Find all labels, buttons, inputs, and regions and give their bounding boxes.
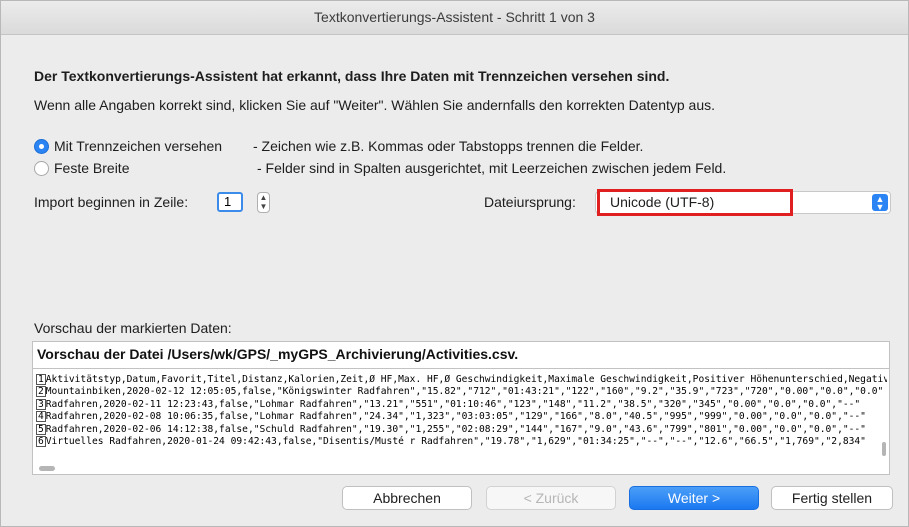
preview-row: 4 Radfahren,2020-02-08 10:06:35,false,"Lo…	[36, 411, 887, 423]
radio-fixed-width-description: - Felder sind in Spalten ausgerichtet, m…	[257, 160, 727, 176]
back-button[interactable]: < Zurück	[486, 486, 616, 510]
file-origin-label: Dateiursprung:	[484, 194, 576, 210]
row-text: Radfahren,2020-02-06 14:12:38,false,"Sch…	[45, 423, 866, 435]
preview-box[interactable]: Vorschau der Datei /Users/wk/GPS/_myGPS_…	[32, 341, 890, 475]
row-text: Radfahren,2020-02-11 12:23:43,false,"Loh…	[45, 398, 861, 410]
wizard-instruction: Wenn alle Angaben korrekt sind, klicken …	[34, 97, 716, 113]
stepper-up-icon[interactable]: ▲	[260, 193, 268, 202]
window-title: Textkonvertierungs-Assistent - Schritt 1…	[1, 1, 908, 35]
row-number: 4	[36, 411, 46, 423]
highlight-box	[597, 189, 793, 216]
row-number: 2	[36, 386, 46, 398]
preview-rows: 1 Aktivitätstyp,Datum,Favorit,Titel,Dista…	[36, 374, 887, 448]
radio-delimited-description: - Zeichen wie z.B. Kommas oder Tabstopps…	[253, 138, 644, 154]
row-text: Virtuelles Radfahren,2020-01-24 09:42:43…	[45, 436, 866, 448]
start-row-label: Import beginnen in Zeile:	[34, 194, 189, 210]
radio-fixed-width[interactable]	[34, 161, 49, 176]
start-row-stepper[interactable]: ▲ ▼	[257, 192, 270, 213]
preview-row: 3 Radfahren,2020-02-11 12:23:43,false,"Lo…	[36, 398, 887, 411]
row-text: Radfahren,2020-02-08 10:06:35,false,"Loh…	[45, 411, 866, 423]
next-button[interactable]: Weiter >	[629, 486, 759, 510]
radio-delimited-label[interactable]: Mit Trennzeichen versehen	[54, 138, 222, 154]
wizard-heading: Der Textkonvertierungs-Assistent hat erk…	[34, 68, 670, 84]
preview-label: Vorschau der markierten Daten:	[34, 320, 232, 336]
vertical-scrollbar[interactable]	[882, 442, 886, 456]
row-number: 1	[36, 374, 46, 385]
horizontal-scrollbar[interactable]	[39, 466, 55, 471]
row-number: 5	[36, 423, 46, 435]
radio-delimited[interactable]	[34, 139, 49, 154]
stepper-down-icon[interactable]: ▼	[260, 202, 268, 211]
radio-fixed-width-label[interactable]: Feste Breite	[54, 160, 129, 176]
row-number: 3	[36, 398, 46, 410]
preview-row: 1 Aktivitätstyp,Datum,Favorit,Titel,Dista…	[36, 374, 887, 386]
row-text: Mountainbiken,2020-02-12 12:05:05,false,…	[45, 386, 884, 398]
preview-row: 6 Virtuelles Radfahren,2020-01-24 09:42:4…	[36, 436, 887, 448]
text-import-wizard-window: Textkonvertierungs-Assistent - Schritt 1…	[0, 0, 909, 527]
start-row-input[interactable]: 1	[217, 192, 243, 212]
select-arrows-icon[interactable]: ▲ ▼	[872, 194, 888, 212]
file-origin-select[interactable]: Unicode (UTF-8) ▲ ▼	[595, 189, 891, 216]
preview-file-title: Vorschau der Datei /Users/wk/GPS/_myGPS_…	[37, 346, 519, 362]
preview-row: 5 Radfahren,2020-02-06 14:12:38,false,"Sc…	[36, 423, 887, 436]
row-number: 6	[36, 436, 46, 448]
cancel-button[interactable]: Abbrechen	[342, 486, 472, 510]
preview-divider	[33, 368, 889, 369]
row-text: Aktivitätstyp,Datum,Favorit,Titel,Distan…	[45, 374, 887, 385]
finish-button[interactable]: Fertig stellen	[771, 486, 893, 510]
preview-row: 2 Mountainbiken,2020-02-12 12:05:05,false…	[36, 386, 887, 398]
